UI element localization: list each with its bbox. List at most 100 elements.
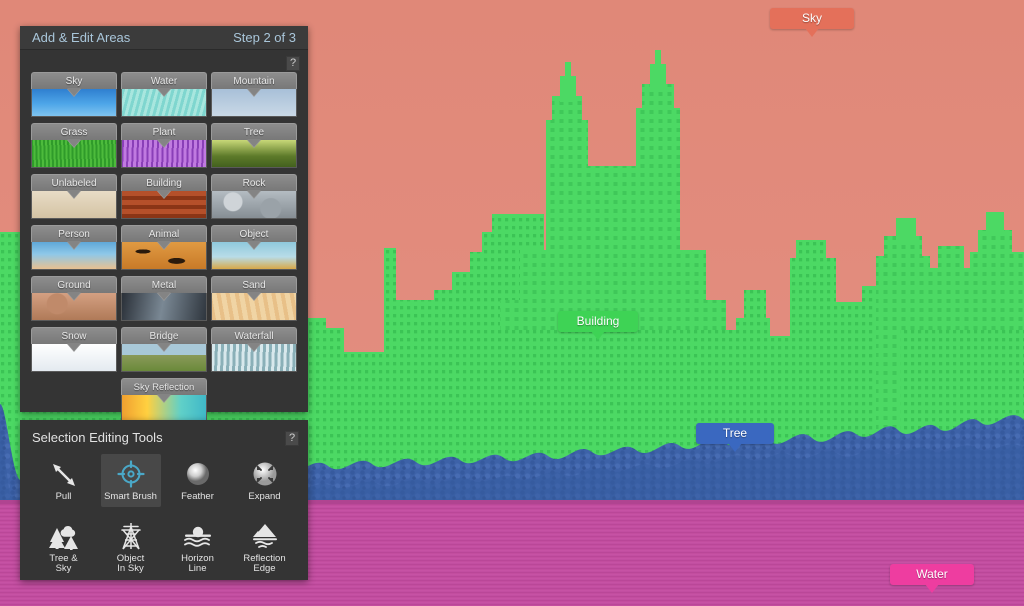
area-swatch-label: Mountain: [211, 72, 297, 89]
swatch-pointer-icon: [157, 139, 171, 147]
swatch-pointer-icon: [247, 88, 261, 96]
area-swatch-label: Water: [121, 72, 207, 89]
region-callout-tree-label: Tree: [722, 426, 748, 440]
swatch-pointer-icon: [247, 343, 261, 351]
tool-label: Object In Sky: [117, 553, 144, 575]
panel-titlebar: Add & Edit Areas Step 2 of 3: [20, 26, 308, 50]
help-icon-tools[interactable]: ?: [285, 431, 299, 446]
area-swatch-bridge[interactable]: Bridge: [121, 327, 207, 372]
tree-sky-icon: [47, 521, 81, 551]
help-icon-areas[interactable]: ?: [286, 56, 300, 71]
pylon-icon: [114, 521, 148, 551]
area-swatch-label: Bridge: [121, 327, 207, 344]
area-swatch-label: Ground: [31, 276, 117, 293]
page-title: Add & Edit Areas: [32, 30, 131, 45]
swatch-pointer-icon: [247, 292, 261, 300]
tool-label: Tree & Sky: [49, 553, 77, 575]
area-swatch-label: Snow: [31, 327, 117, 344]
tool-object-in-sky[interactable]: Object In Sky: [101, 516, 161, 579]
area-swatch-person[interactable]: Person: [31, 225, 117, 270]
tool-expand[interactable]: Expand: [235, 454, 295, 507]
tool-label-line2: Line: [188, 563, 207, 574]
tool-smart-brush[interactable]: Smart Brush: [100, 454, 161, 507]
area-swatch-tree[interactable]: Tree: [211, 123, 297, 168]
tool-label-line2: Edge: [253, 563, 276, 574]
tool-label: Horizon Line: [181, 553, 214, 575]
area-swatch-label: Animal: [121, 225, 207, 242]
tool-feather[interactable]: Feather: [168, 454, 228, 507]
area-swatch-sky[interactable]: Sky: [31, 72, 117, 117]
tool-label: Reflection Edge: [243, 553, 285, 575]
swatch-pointer-icon: [157, 190, 171, 198]
swatch-pointer-icon: [157, 343, 171, 351]
reflection-icon: [248, 521, 282, 551]
area-swatch-rock[interactable]: Rock: [211, 174, 297, 219]
area-swatch-label: Plant: [121, 123, 207, 140]
area-swatch-label: Grass: [31, 123, 117, 140]
region-callout-building[interactable]: Building: [558, 311, 638, 340]
area-swatch-label: Unlabeled: [31, 174, 117, 191]
region-callout-tree[interactable]: Tree: [696, 423, 774, 452]
area-swatch-label: Waterfall: [211, 327, 297, 344]
region-callout-building-label: Building: [576, 314, 620, 328]
region-callout-water-label: Water: [916, 567, 948, 581]
swatch-pointer-icon: [157, 241, 171, 249]
region-callout-water[interactable]: Water: [890, 564, 974, 593]
tool-label: Pull: [55, 491, 72, 502]
region-callout-sky-label: Sky: [801, 11, 822, 25]
area-swatch-label: Rock: [211, 174, 297, 191]
area-swatch-grass[interactable]: Grass: [31, 123, 117, 168]
area-swatch-building[interactable]: Building: [121, 174, 207, 219]
area-swatch-object[interactable]: Object: [211, 225, 297, 270]
area-swatch-plant[interactable]: Plant: [121, 123, 207, 168]
area-swatch-label: Object: [211, 225, 297, 242]
swatch-pointer-icon: [67, 190, 81, 198]
swatch-pointer-icon: [247, 190, 261, 198]
area-swatch-sky-reflection[interactable]: Sky Reflection: [121, 378, 207, 423]
tool-label: Smart Brush: [104, 491, 157, 502]
area-swatch-label: Building: [121, 174, 207, 191]
tool-reflection-edge[interactable]: Reflection Edge: [235, 516, 295, 579]
swatch-pointer-icon: [157, 88, 171, 96]
swatch-pointer-icon: [67, 241, 81, 249]
swatch-pointer-icon: [67, 292, 81, 300]
area-swatch-label: Metal: [121, 276, 207, 293]
tool-label: Feather: [181, 491, 214, 502]
swatch-pointer-icon: [157, 292, 171, 300]
area-swatch-snow[interactable]: Snow: [31, 327, 117, 372]
tool-label: Expand: [248, 491, 281, 502]
area-swatch-label: Sky: [31, 72, 117, 89]
area-swatch-sand[interactable]: Sand: [211, 276, 297, 321]
area-swatch-label: Person: [31, 225, 117, 242]
swatch-pointer-icon: [157, 394, 171, 402]
area-swatch-metal[interactable]: Metal: [121, 276, 207, 321]
area-swatch-label: Tree: [211, 123, 297, 140]
area-swatch-label: Sand: [211, 276, 297, 293]
tool-horizon-line[interactable]: Horizon Line: [168, 516, 228, 579]
swatch-pointer-icon: [247, 139, 261, 147]
step-indicator: Step 2 of 3: [233, 30, 296, 45]
expand-arrows-icon: [248, 459, 282, 489]
area-swatch-water[interactable]: Water: [121, 72, 207, 117]
area-type-grid: Sky Water Mountain Grass Plant Tree Unlabeled B…: [20, 50, 308, 431]
area-swatch-unlabeled[interactable]: Unlabeled: [31, 174, 117, 219]
pull-arrow-icon: [47, 459, 81, 489]
target-icon: [114, 459, 148, 489]
area-swatch-label: Sky Reflection: [121, 378, 207, 395]
area-swatch-waterfall[interactable]: Waterfall: [211, 327, 297, 372]
area-swatch-mountain[interactable]: Mountain: [211, 72, 297, 117]
area-swatch-ground[interactable]: Ground: [31, 276, 117, 321]
tool-tree-sky[interactable]: Tree & Sky: [34, 516, 94, 579]
swatch-pointer-icon: [67, 343, 81, 351]
tool-row-secondary: Tree & Sky Object In Sky Horizon Line Reflecti…: [20, 507, 308, 579]
horizon-icon: [181, 521, 215, 551]
area-swatch-animal[interactable]: Animal: [121, 225, 207, 270]
tool-pull[interactable]: Pull: [34, 454, 94, 507]
swatch-pointer-icon: [67, 139, 81, 147]
tool-label-line2: Sky: [55, 563, 72, 574]
tool-label-line2: In Sky: [117, 563, 144, 574]
add-edit-areas-panel: Add & Edit Areas Step 2 of 3 ? Sky Water M…: [20, 26, 308, 423]
region-callout-sky[interactable]: Sky: [770, 8, 854, 37]
soft-sphere-icon: [181, 459, 215, 489]
app-screenshot: Sky Building Tree Water Add & Edit Areas…: [0, 0, 1024, 606]
